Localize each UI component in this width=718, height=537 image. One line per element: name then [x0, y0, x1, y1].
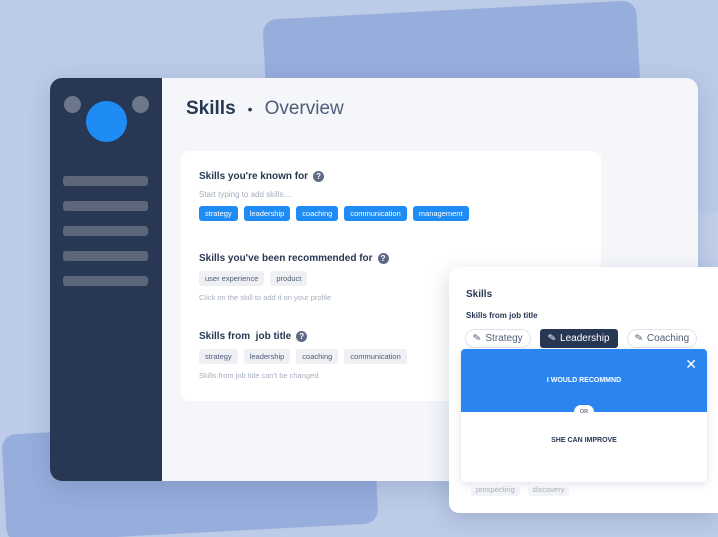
page-title-sub: Overview	[264, 98, 344, 119]
pencil-icon: ✎	[633, 332, 644, 345]
skill-chip[interactable]: user experience	[199, 271, 265, 286]
help-icon[interactable]: ?	[313, 171, 325, 182]
skill-chip: communication	[344, 349, 407, 364]
skill-chip: prospecting	[471, 483, 520, 496]
skill-chip[interactable]: coaching	[296, 206, 339, 221]
known-for-heading: Skills you're known for ?	[199, 171, 469, 182]
job-title-heading: Skills from job title ?	[199, 331, 407, 342]
recommended-title: Skills you've been recommended for	[199, 253, 373, 264]
skills-input[interactable]: Start typing to add skills....	[199, 190, 469, 199]
close-icon[interactable]: ✕	[685, 357, 697, 371]
help-icon[interactable]: ?	[296, 331, 308, 342]
skill-chip[interactable]: management	[412, 206, 469, 221]
skill-chip[interactable]: communication	[344, 206, 407, 221]
tab-strategy[interactable]: ✎ Strategy	[465, 329, 531, 348]
improve-button[interactable]: SHE CAN IMPROVE	[461, 437, 707, 444]
tab-label: Strategy	[485, 333, 523, 344]
recommended-chips: user experience product	[199, 271, 389, 286]
skill-chip: leadership	[243, 349, 291, 364]
page-title-main: Skills	[186, 98, 236, 119]
tab-label: Coaching	[646, 333, 690, 344]
recommend-label: I WOULD RECOMMND	[546, 377, 622, 384]
skill-chip: strategy	[199, 349, 238, 364]
known-for-chips: strategy leadership coaching communicati…	[199, 206, 469, 221]
known-for-section: Skills you're known for ? Start typing t…	[199, 171, 469, 221]
or-divider: OR	[574, 405, 594, 419]
tab-leadership[interactable]: ✎ Leadership	[539, 329, 618, 348]
tab-label: Leadership	[560, 333, 610, 344]
title-separator: •	[247, 101, 253, 117]
skill-chip[interactable]: product	[270, 271, 308, 286]
recommended-section: Skills you've been recommended for ? use…	[199, 253, 389, 302]
job-title-title: Skills from job title	[199, 331, 292, 342]
panel-subtitle: Skills from job title	[466, 311, 538, 320]
help-icon[interactable]: ?	[377, 253, 389, 264]
skill-chip: discovery	[527, 483, 570, 496]
job-title-chips: strategy leadership coaching communicati…	[199, 349, 407, 364]
job-title-section: Skills from job title ? strategy leaders…	[199, 331, 407, 380]
sidebar-item-2[interactable]	[63, 201, 148, 211]
recommend-button[interactable]: I WOULD RECOMMND ✕	[461, 349, 707, 412]
pencil-icon: ✎	[546, 332, 557, 345]
skill-chip: coaching	[296, 349, 339, 364]
avatar[interactable]	[86, 101, 127, 142]
faded-chips: prospecting discovery	[471, 483, 570, 496]
tab-coaching[interactable]: ✎ Coaching	[626, 329, 698, 348]
window-dot-left	[64, 96, 81, 113]
skill-chip[interactable]: strategy	[199, 206, 238, 221]
skill-chip[interactable]: leadership	[243, 206, 291, 221]
page-title: Skills • Overview	[186, 98, 344, 120]
sidebar-item-3[interactable]	[63, 226, 148, 236]
sidebar-item-5[interactable]	[63, 276, 148, 286]
skills-popup-panel: Skills Skills from job title ✎ Strategy …	[449, 267, 718, 513]
recommended-hint: Click on the skill to add it on your pro…	[199, 293, 332, 302]
sidebar-item-1[interactable]	[63, 176, 148, 186]
sidebar	[50, 78, 162, 481]
job-title-hint: Skills from job title can't be changed	[199, 371, 319, 380]
window-dot-right	[132, 96, 149, 113]
panel-title: Skills	[466, 289, 493, 300]
recommendation-box: I WOULD RECOMMND ✕ OR SHE CAN IMPROVE	[461, 349, 707, 482]
sidebar-item-4[interactable]	[63, 251, 148, 261]
known-for-title: Skills you're known for	[199, 171, 309, 182]
recommended-heading: Skills you've been recommended for ?	[199, 253, 389, 264]
pencil-icon: ✎	[472, 332, 483, 345]
skill-tabs: ✎ Strategy ✎ Leadership ✎ Coaching	[465, 329, 698, 348]
